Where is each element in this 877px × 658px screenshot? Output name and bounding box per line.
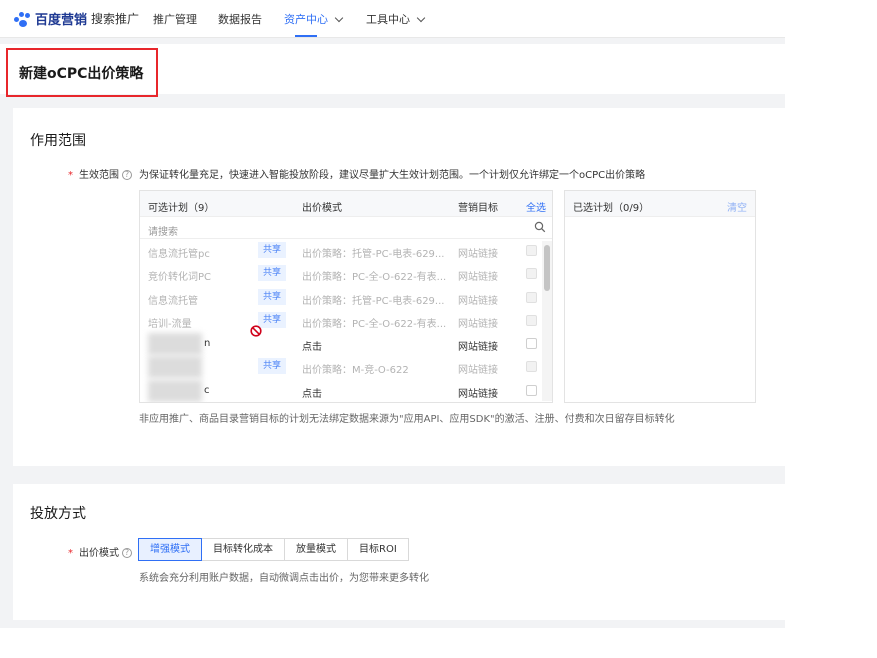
active-nav-indicator — [295, 35, 317, 37]
shared-tag: 共享 — [258, 242, 287, 258]
plan-checkbox[interactable] — [526, 338, 537, 350]
redacted-plan-name — [148, 333, 202, 356]
col-available-plans: 可选计划（9） — [148, 203, 215, 214]
scope-field-label: * 生效范围? — [68, 166, 132, 181]
table-row: 信息流托管pc 共享 出价策略：托管-PC-电表-629... 网站链接 — [140, 239, 552, 262]
scrollbar-thumb[interactable] — [544, 245, 550, 291]
plan-name: 竞价转化词PC — [148, 272, 212, 284]
selected-plans-panel: 已选计划（0/9） 清空 — [564, 190, 756, 403]
plan-name: 信息流托管pc — [148, 249, 210, 260]
shared-tag: 共享 — [258, 358, 287, 375]
select-all-link[interactable]: 全选 — [526, 199, 546, 214]
plan-checkbox — [526, 245, 537, 256]
plan-checkbox — [526, 268, 537, 280]
plan-checkbox — [526, 314, 537, 326]
plan-goal: 网站链接 — [458, 295, 498, 307]
redacted-plan-name — [148, 356, 202, 379]
next-section-peek — [0, 628, 785, 658]
plan-goal: 网站链接 — [458, 318, 498, 330]
table-row: 培训-流量 共享 出价策略：PC-全-O-622-有表... 网站链接 — [140, 309, 552, 332]
available-plans-table: 可选计划（9） 出价模式 营销目标 全选 请搜索 信息流托管pc 共享 出价策略… — [139, 190, 553, 403]
question-circle-icon[interactable]: ? — [122, 170, 132, 180]
selected-panel-header: 已选计划（0/9） 清空 — [565, 191, 755, 217]
table-row[interactable]: c 点击 网站链接 — [140, 379, 552, 402]
plan-name: 培训-流量 — [148, 318, 192, 330]
plan-name: c — [204, 384, 210, 396]
plan-bid-mode: 出价策略：PC-全-O-622-有表... — [302, 272, 447, 284]
required-star: * — [68, 548, 73, 559]
plan-checkbox — [526, 291, 537, 303]
plan-bid-mode: 出价策略：托管-PC-电表-629... — [302, 249, 445, 260]
bid-mode-target-roi[interactable]: 目标ROI — [347, 538, 409, 561]
required-star: * — [68, 170, 73, 181]
bid-mode-field-label: * 出价模式? — [68, 544, 132, 559]
table-row: 竞价转化词PC 共享 出价策略：PC-全-O-622-有表... 网站链接 — [140, 262, 552, 285]
delivery-section-title: 投放方式 — [30, 506, 86, 522]
top-nav: 百度营销 搜索推广 推广管理 数据报告 资产中心 工具中心 — [0, 0, 785, 38]
clear-selection-link[interactable]: 清空 — [727, 199, 747, 214]
plan-bid-mode: 出价策略：PC-全-O-622-有表... — [302, 318, 447, 330]
nav-item-tool-center[interactable]: 工具中心 — [366, 11, 426, 27]
paw-logo-icon — [14, 11, 32, 27]
nav-item-promotion-management[interactable]: 推广管理 — [153, 11, 197, 27]
scope-section-title: 作用范围 — [30, 133, 86, 149]
scope-field-description: 为保证转化量充足，快速进入智能投放阶段，建议尽量扩大生效计划范围。一个计划仅允许… — [139, 170, 646, 181]
plan-name: 信息流托管 — [148, 295, 198, 307]
no-entry-icon — [250, 325, 262, 337]
bid-mode-selector: 增强模式 目标转化成本 放量模式 目标ROI — [138, 538, 409, 561]
chevron-down-icon — [416, 13, 426, 23]
selected-plans-count: 已选计划（0/9） — [573, 203, 650, 214]
delivery-card: 投放方式 * 出价模式? 增强模式 目标转化成本 放量模式 目标ROI 系统会充分… — [13, 484, 785, 620]
plan-goal: 网站链接 — [458, 388, 498, 400]
plan-goal: 网站链接 — [458, 365, 498, 377]
plan-bid-mode: 点击 — [302, 388, 322, 400]
title-highlight-box — [6, 48, 158, 97]
table-row: 信息流托管 共享 出价策略：托管-PC-电表-629... 网站链接 — [140, 286, 552, 309]
blank-area — [785, 0, 877, 658]
table-scrollbar[interactable] — [542, 241, 552, 401]
table-header: 可选计划（9） 出价模式 营销目标 全选 — [140, 191, 552, 217]
shared-tag: 共享 — [258, 288, 287, 305]
nav-item-asset-center[interactable]: 资产中心 — [284, 11, 344, 27]
plan-bid-mode: 出价策略：M-竞-O-622 — [302, 365, 409, 377]
baidu-logo[interactable]: 百度营销 搜索推广 — [14, 9, 139, 28]
scope-note: 非应用推广、商品目录营销目标的计划无法绑定数据来源为"应用API、应用SDK"的… — [139, 414, 675, 425]
plan-bid-mode: 出价策略：托管-PC-电表-629... — [302, 295, 445, 307]
search-placeholder: 请搜索 — [148, 227, 178, 238]
plan-goal: 网站链接 — [458, 272, 498, 284]
nav-item-data-reports[interactable]: 数据报告 — [218, 11, 262, 27]
chevron-down-icon — [334, 13, 344, 23]
plan-search-input[interactable]: 请搜索 — [140, 217, 552, 239]
plan-checkbox — [526, 361, 537, 373]
plan-name: n — [204, 338, 211, 350]
bid-mode-description: 系统会充分利用账户数据，自动微调点击出价，为您带来更多转化 — [139, 573, 429, 584]
bid-mode-target-cpa[interactable]: 目标转化成本 — [201, 538, 285, 561]
table-row: 共享 出价策略：M-竞-O-622 网站链接 — [140, 355, 552, 379]
search-icon[interactable] — [534, 221, 546, 233]
bid-mode-volume[interactable]: 放量模式 — [284, 538, 348, 561]
page: 百度营销 搜索推广 推广管理 数据报告 资产中心 工具中心 新建oCPC出价策略… — [0, 0, 785, 658]
plan-goal: 网站链接 — [458, 249, 498, 260]
bid-mode-enhanced[interactable]: 增强模式 — [138, 538, 202, 561]
plan-bid-mode: 点击 — [302, 342, 322, 354]
plan-rows: 信息流托管pc 共享 出价策略：托管-PC-电表-629... 网站链接 竞价转… — [140, 239, 552, 402]
col-marketing-goal: 营销目标 — [458, 203, 498, 214]
brand-subtitle: 搜索推广 — [91, 12, 140, 26]
redacted-plan-name — [148, 379, 202, 402]
scope-card: 作用范围 * 生效范围? 为保证转化量充足，快速进入智能投放阶段，建议尽量扩大生效… — [13, 108, 785, 466]
shared-tag: 共享 — [258, 311, 287, 328]
brand-name: 百度营销 — [35, 13, 88, 28]
col-bid-mode: 出价模式 — [302, 203, 342, 214]
plan-checkbox[interactable] — [526, 384, 537, 396]
shared-tag: 共享 — [258, 265, 287, 282]
plan-goal: 网站链接 — [458, 342, 498, 354]
question-circle-icon[interactable]: ? — [122, 548, 132, 558]
table-row[interactable]: n 点击 网站链接 — [140, 332, 552, 356]
